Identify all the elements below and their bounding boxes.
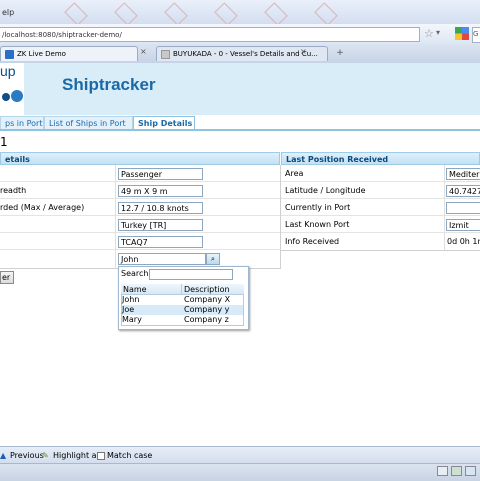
list-item[interactable]: Mary Company z	[122, 315, 243, 325]
position-label: Area	[285, 169, 304, 178]
column-header-description[interactable]: Description	[184, 285, 230, 295]
browser-menubar	[0, 0, 480, 26]
list-item-description: Company X	[184, 295, 231, 304]
logo-dot-icon	[2, 93, 10, 101]
position-row: Info Received 0d 0h 1m	[281, 233, 480, 250]
panel-border	[281, 250, 480, 251]
list-item[interactable]: Joe Company y	[122, 305, 243, 315]
background-decoration	[164, 2, 188, 26]
bookmark-star-icon[interactable]: ☆	[424, 27, 434, 40]
new-tab-button[interactable]: +	[332, 46, 348, 61]
dimensions-field[interactable]: 49 m X 9 m	[118, 185, 203, 197]
position-row: Last Known Port Izmit	[281, 216, 480, 233]
addon-icon[interactable]	[451, 466, 462, 476]
search-engine-field[interactable]: G	[472, 27, 480, 43]
detail-label: rded (Max / Average)	[0, 203, 85, 212]
detail-row: readth 49 m X 9 m	[0, 182, 280, 199]
list-item-description: Company y	[184, 305, 230, 314]
find-previous-button[interactable]: Previous	[10, 451, 44, 460]
current-port-field[interactable]	[446, 202, 480, 214]
menu-help[interactable]: elp	[2, 8, 14, 17]
position-label: Currently in Port	[285, 203, 351, 212]
speed-field[interactable]: 12.7 / 10.8 knots	[118, 202, 203, 214]
highlight-icon: ✎	[42, 451, 49, 460]
detail-row: rded (Max / Average) 12.7 / 10.8 knots	[0, 199, 280, 216]
globe-icon	[11, 90, 23, 102]
list-item-name: Mary	[122, 315, 142, 324]
lat-long-field[interactable]: 40.7427	[446, 185, 480, 197]
action-button[interactable]: er	[0, 271, 14, 284]
call-sign-field[interactable]: TCAQ7	[118, 236, 203, 248]
up-arrow-icon[interactable]: ▲	[0, 451, 6, 460]
position-label: Info Received	[285, 237, 340, 246]
position-label: Last Known Port	[285, 220, 350, 229]
url-field[interactable]: /localhost:8080/shiptracker-demo/	[0, 27, 420, 42]
addon-icon[interactable]	[437, 466, 448, 476]
area-field[interactable]: Mediterr	[446, 168, 480, 180]
tab-close-icon[interactable]: ×	[140, 47, 147, 56]
browser-tab-zk-live-demo[interactable]: ZK Live Demo	[0, 46, 138, 61]
tab-label: BUYUKADA - 0 - Vessel's Details and Cu..…	[173, 50, 318, 58]
detail-row: Passenger	[0, 165, 280, 182]
position-label: Latitude / Longitude	[285, 186, 366, 195]
detail-row: John	[0, 250, 280, 267]
list-item[interactable]: John Company X	[122, 295, 243, 305]
list-item-description: Company z	[184, 315, 229, 324]
popup-search-label: Search	[121, 269, 149, 278]
zk-favicon-icon	[5, 50, 14, 59]
tab-ships-in-port[interactable]: ps in Port	[0, 116, 44, 129]
flag-field[interactable]: Turkey [TR]	[118, 219, 203, 231]
detail-row: TCAQ7	[0, 233, 280, 250]
popup-search-input[interactable]	[149, 269, 233, 280]
last-port-field[interactable]: Izmit	[446, 219, 480, 231]
position-row: Latitude / Longitude 40.7427	[281, 182, 480, 199]
detail-label: readth	[0, 186, 27, 195]
tab-close-icon[interactable]: ×	[300, 47, 307, 56]
highlight-all-button[interactable]: Highlight all	[53, 451, 101, 460]
list-item-name: John	[122, 295, 140, 304]
list-item-name: Joe	[122, 305, 135, 314]
status-bar	[0, 463, 480, 481]
column-header-name[interactable]: Name	[123, 285, 147, 295]
background-decoration	[314, 2, 338, 26]
info-received-value: 0d 0h 1m	[447, 237, 480, 246]
column-divider	[181, 284, 182, 295]
google-search-icon[interactable]	[455, 27, 469, 40]
detail-row: Turkey [TR]	[0, 216, 280, 233]
logo-text: up	[0, 63, 16, 79]
page-heading: 1	[0, 135, 8, 149]
addon-icon[interactable]	[465, 466, 476, 476]
url-dropdown-icon[interactable]: ▾	[436, 28, 440, 37]
position-row: Area Mediterr	[281, 165, 480, 182]
tab-label: ZK Live Demo	[17, 50, 66, 58]
tab-ship-details[interactable]: Ship Details	[133, 116, 195, 129]
column-divider	[115, 165, 116, 268]
column-divider	[444, 165, 445, 250]
combobox-search-icon[interactable]: ⌕	[206, 253, 220, 265]
background-decoration	[264, 2, 288, 26]
match-case-checkbox[interactable]	[97, 452, 105, 460]
tab-list-of-ships[interactable]: List of Ships in Port	[44, 116, 133, 129]
background-decoration	[64, 2, 88, 26]
match-case-label: Match case	[107, 451, 153, 460]
page-favicon-icon	[161, 50, 170, 59]
ship-type-field[interactable]: Passenger	[118, 168, 203, 180]
ship-details-panel-header: etails	[0, 152, 280, 165]
position-row: Currently in Port	[281, 199, 480, 216]
background-decoration	[114, 2, 138, 26]
owner-combobox-input[interactable]: John	[118, 253, 206, 265]
last-position-panel-header: Last Position Received	[281, 152, 480, 165]
background-decoration	[214, 2, 238, 26]
app-title: Shiptracker	[62, 75, 156, 94]
